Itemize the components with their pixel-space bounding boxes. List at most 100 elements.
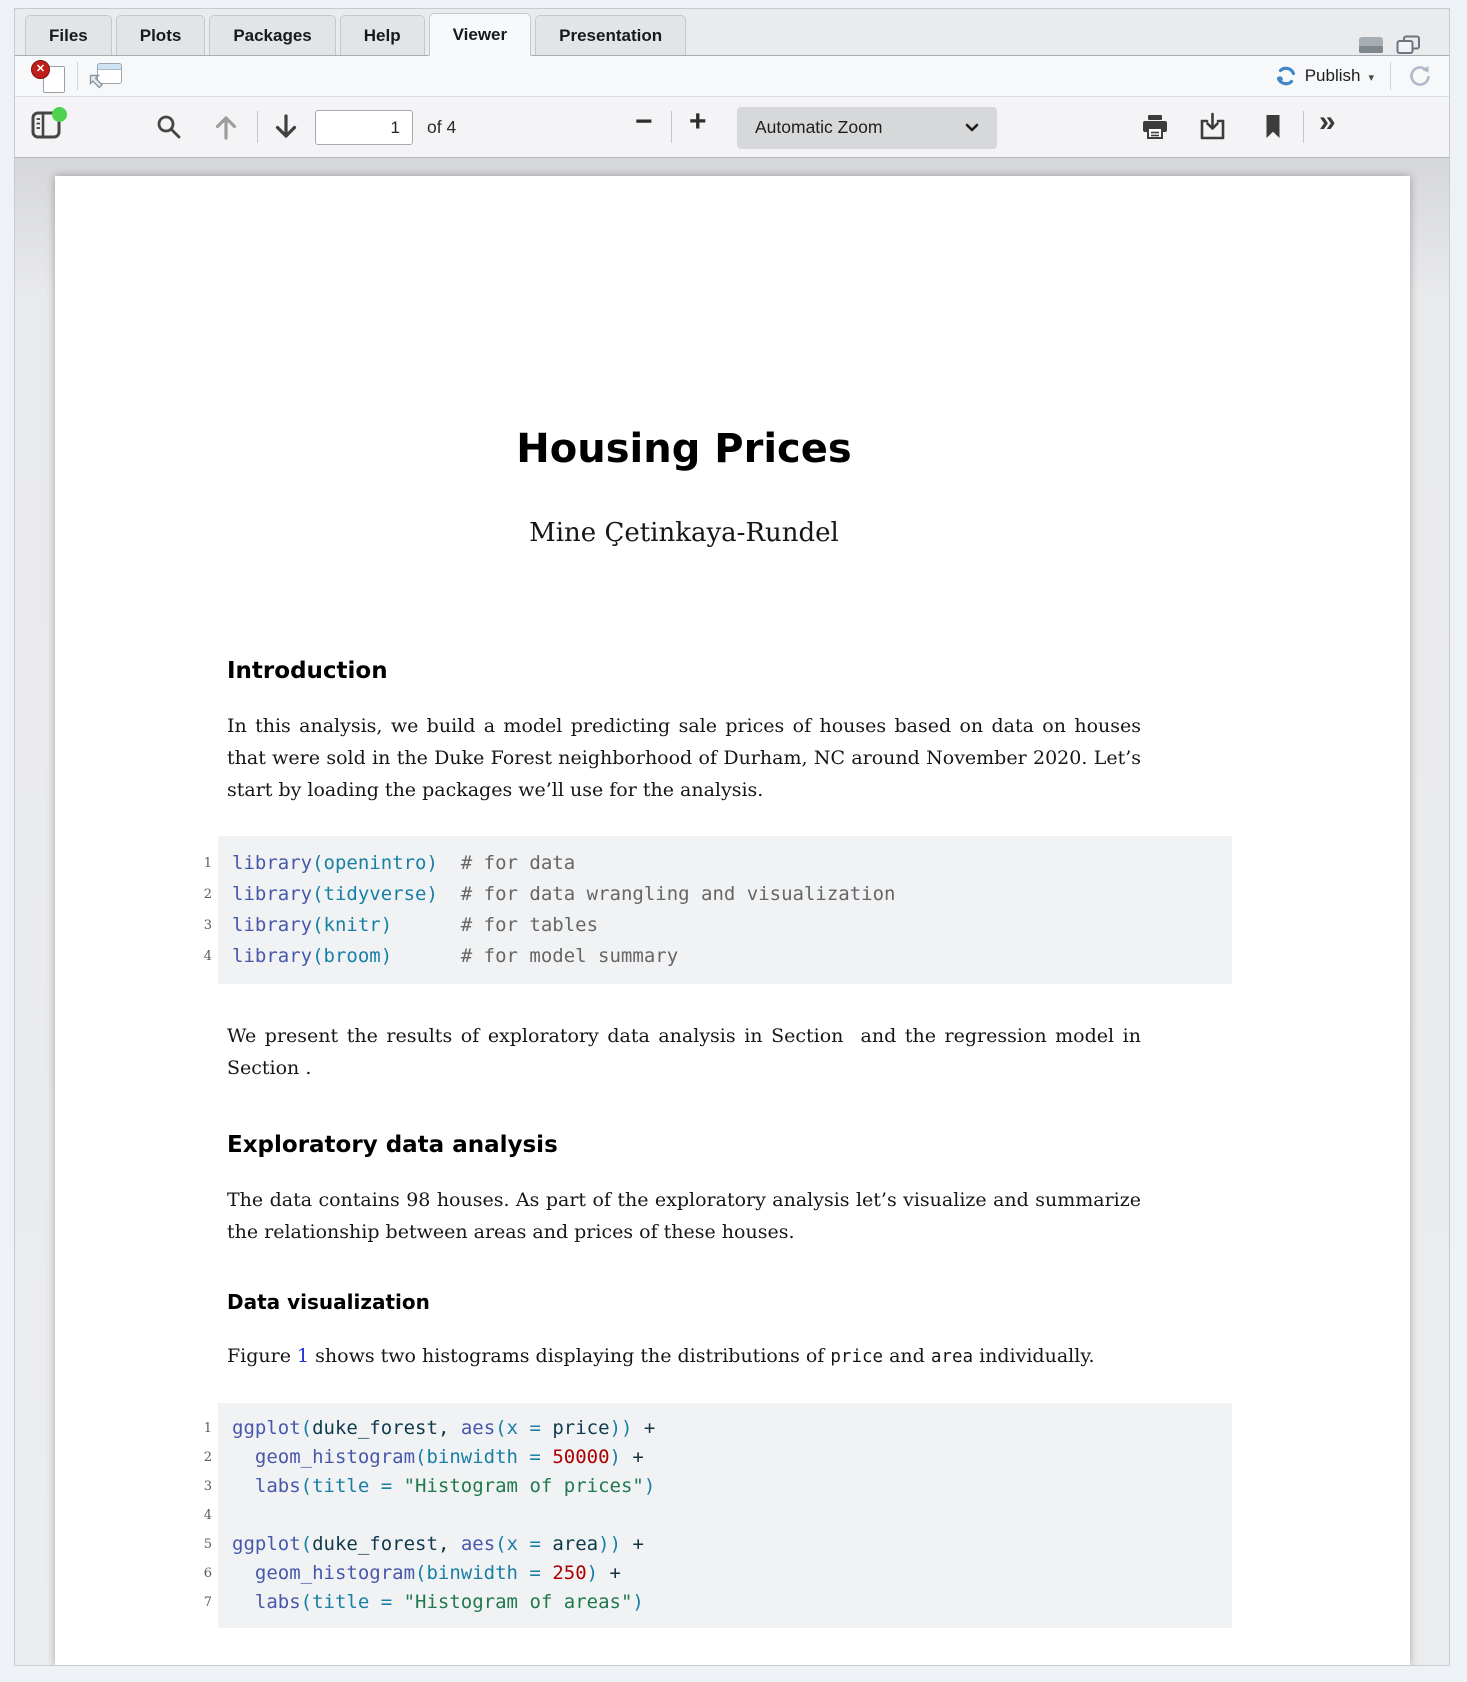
document-content: Housing Prices Mine Çetinkaya-Rundel Int… [55,176,1141,1628]
code-token: labs [255,1475,301,1497]
bookmark-button[interactable] [1263,113,1283,145]
tab-help[interactable]: Help [340,15,425,55]
viewer-toolbar: ✕ Publish ▾ [15,56,1449,97]
maximize-pane-button[interactable] [1396,35,1421,60]
code-token: price [552,1417,609,1439]
code-token: library [232,914,312,936]
publish-button[interactable]: Publish ▾ [1269,66,1380,86]
eda-paragraph: The data contains 98 houses. As part of … [227,1184,1141,1248]
clear-viewer-button[interactable]: ✕ [31,60,67,93]
caret-down-icon: ▾ [1368,69,1374,84]
code-token: library [232,945,312,967]
code-line: 4library(broom) # for model summary [218,941,1232,972]
code-block-histograms: 1ggplot(duke_forest, aes(x = price)) +2 … [218,1403,1232,1628]
arrow-up-left-icon [88,73,105,90]
viewer-pane: FilesPlotsPackagesHelpViewerPresentation… [14,8,1450,1666]
open-in-new-window-button[interactable] [88,63,122,90]
pdf-toolbar: of 4 − + Automatic Zoom [15,97,1449,158]
code-token: library [232,883,312,905]
document-author: Mine Çetinkaya-Rundel [227,518,1141,548]
code-token: geom_histogram [255,1446,415,1468]
code-token: duke_forest [312,1533,438,1555]
refresh-button[interactable] [1407,63,1433,89]
code-token: ) [610,1446,621,1468]
code-line: 2 geom_histogram(binwidth = 50000) + [218,1443,1232,1472]
code-token: ggplot [232,1533,301,1555]
code-token: labs [255,1591,301,1613]
toolbar-separator [77,62,78,90]
print-button[interactable] [1141,114,1169,145]
pane-tab-bar: FilesPlotsPackagesHelpViewerPresentation [15,9,1449,56]
code-token: (knitr) [312,914,392,936]
code-token: (openintro) [312,852,438,874]
code-token [232,1591,255,1613]
document-title: Housing Prices [227,426,1141,472]
next-page-button[interactable] [273,112,299,147]
minimize-pane-button[interactable] [1358,36,1384,59]
code-line-number: 1 [192,848,212,879]
section-heading-introduction: Introduction [227,658,1141,684]
code-line: 6 geom_histogram(binwidth = 250) + [218,1559,1232,1588]
code-line: 2library(tidyverse) # for data wrangling… [218,879,1232,910]
code-line-number: 3 [192,1472,212,1501]
code-token: + [598,1562,621,1584]
bookmark-icon [1263,113,1283,140]
code-line: 3 labs(title = "Histogram of prices") [218,1472,1232,1501]
code-token: "Histogram of areas" [404,1591,633,1613]
pdf-viewer-area[interactable]: Housing Prices Mine Çetinkaya-Rundel Int… [15,158,1449,1665]
section-heading-eda: Exploratory data analysis [227,1132,1141,1158]
tab-presentation[interactable]: Presentation [535,15,686,55]
code-token: 250 [552,1562,586,1584]
tab-files[interactable]: Files [25,15,112,55]
toggle-sidebar-button[interactable] [31,111,65,143]
code-token: # for model summary [392,945,678,967]
download-button[interactable] [1199,112,1226,146]
code-token: "Histogram of prices" [404,1475,644,1497]
code-line: 4 [218,1501,1232,1530]
pdf-page: Housing Prices Mine Çetinkaya-Rundel Int… [55,176,1410,1665]
publish-icon [1275,66,1297,86]
zoom-out-button[interactable]: − [635,105,653,139]
tab-packages[interactable]: Packages [209,15,335,55]
code-line-number: 4 [192,941,212,972]
code-token: ggplot [232,1417,301,1439]
code-line-number: 5 [192,1530,212,1559]
code-line-number: 7 [192,1588,212,1617]
previous-page-button[interactable] [213,112,239,147]
code-token: (x = [495,1417,552,1439]
code-token: # for data [438,852,575,874]
code-line-number: 2 [192,879,212,910]
figure-link[interactable]: 1 [297,1345,309,1367]
code-token: (tidyverse) [312,883,438,905]
zoom-in-button[interactable]: + [689,105,707,139]
code-line: 5ggplot(duke_forest, aes(x = area)) + [218,1530,1232,1559]
code-block-libraries: 1library(openintro) # for data2library(t… [218,836,1232,984]
chevron-down-icon [965,123,979,132]
code-token: + [621,1446,644,1468]
publish-label: Publish [1305,66,1361,86]
code-token: (broom) [312,945,392,967]
more-tools-button[interactable]: » [1319,105,1334,139]
maximize-icon [1396,35,1421,55]
page-number-input[interactable] [315,110,413,145]
code-token: , [438,1417,461,1439]
code-line: 3library(knitr) # for tables [218,910,1232,941]
zoom-level-dropdown[interactable]: Automatic Zoom [737,107,997,149]
code-line-number: 2 [192,1443,212,1472]
code-token: ) [632,1591,643,1613]
code-token: area [552,1533,598,1555]
pane-window-buttons [1358,35,1421,60]
tab-plots[interactable]: Plots [116,15,206,55]
search-icon [155,113,182,140]
code-token: ) [644,1475,655,1497]
code-token [232,1562,255,1584]
code-line-number: 3 [192,910,212,941]
code-line-number: 6 [192,1559,212,1588]
code-line: 1library(openintro) # for data [218,848,1232,879]
tab-viewer[interactable]: Viewer [429,13,532,56]
code-line: 1ggplot(duke_forest, aes(x = price)) + [218,1414,1232,1443]
search-button[interactable] [155,113,182,145]
code-token: , [438,1533,461,1555]
code-token: (title = [301,1591,404,1613]
code-token: geom_histogram [255,1562,415,1584]
